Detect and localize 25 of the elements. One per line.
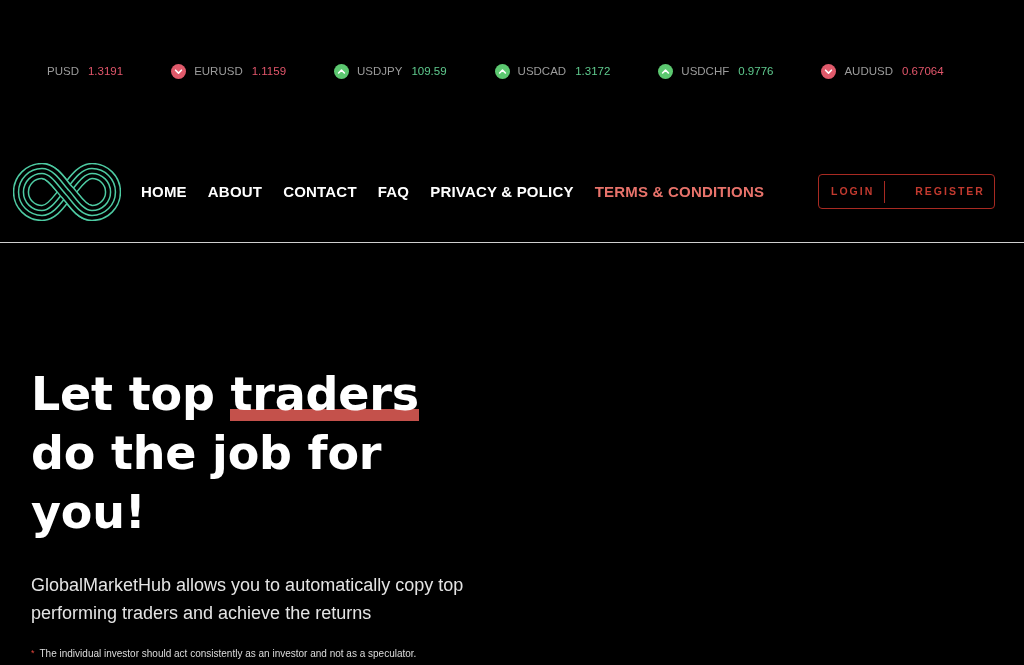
nav-link[interactable]: ABOUT	[207, 183, 263, 200]
login-button[interactable]: LOGIN	[831, 184, 875, 197]
nav-link[interactable]: PRIVACY & POLICY	[430, 183, 574, 200]
exchange-rate: 1.1159	[251, 65, 287, 77]
currency-pair: USDCAD	[517, 65, 567, 77]
infinity-logo[interactable]	[13, 162, 121, 221]
nav-link[interactable]: HOME	[141, 183, 187, 200]
nav-link[interactable]: CONTACT	[283, 183, 357, 200]
register-button[interactable]: REGISTER	[915, 184, 985, 197]
exchange-rate: 0.67064	[902, 65, 944, 77]
exchange-rate: 0.9776	[738, 65, 774, 77]
currency-pair: PUSD	[47, 65, 79, 77]
currency-pair: AUDUSD	[844, 65, 893, 77]
currency-pair: USDCHF	[681, 65, 730, 77]
exchange-rate: 1.3172	[575, 65, 611, 77]
currency-pair: EURUSD	[194, 65, 243, 77]
exchange-rate: 109.59	[411, 65, 447, 77]
currency-pair: USDJPY	[357, 65, 403, 77]
hero-headline: Let top traders do the job for you!	[31, 366, 420, 541]
hero-description: GlobalMarketHub allows you to automatically copy top performing traders and achieve the returns	[31, 574, 465, 625]
disclaimer-text: The individual investor should act consistently as an investor and not as a speculator.	[39, 647, 417, 661]
nav-link[interactable]: FAQ	[377, 183, 410, 200]
nav-link[interactable]: TERMS & CONDITIONS	[594, 183, 765, 200]
footnote-mark: *	[31, 648, 35, 658]
exchange-rate: 1.3191	[87, 65, 124, 77]
